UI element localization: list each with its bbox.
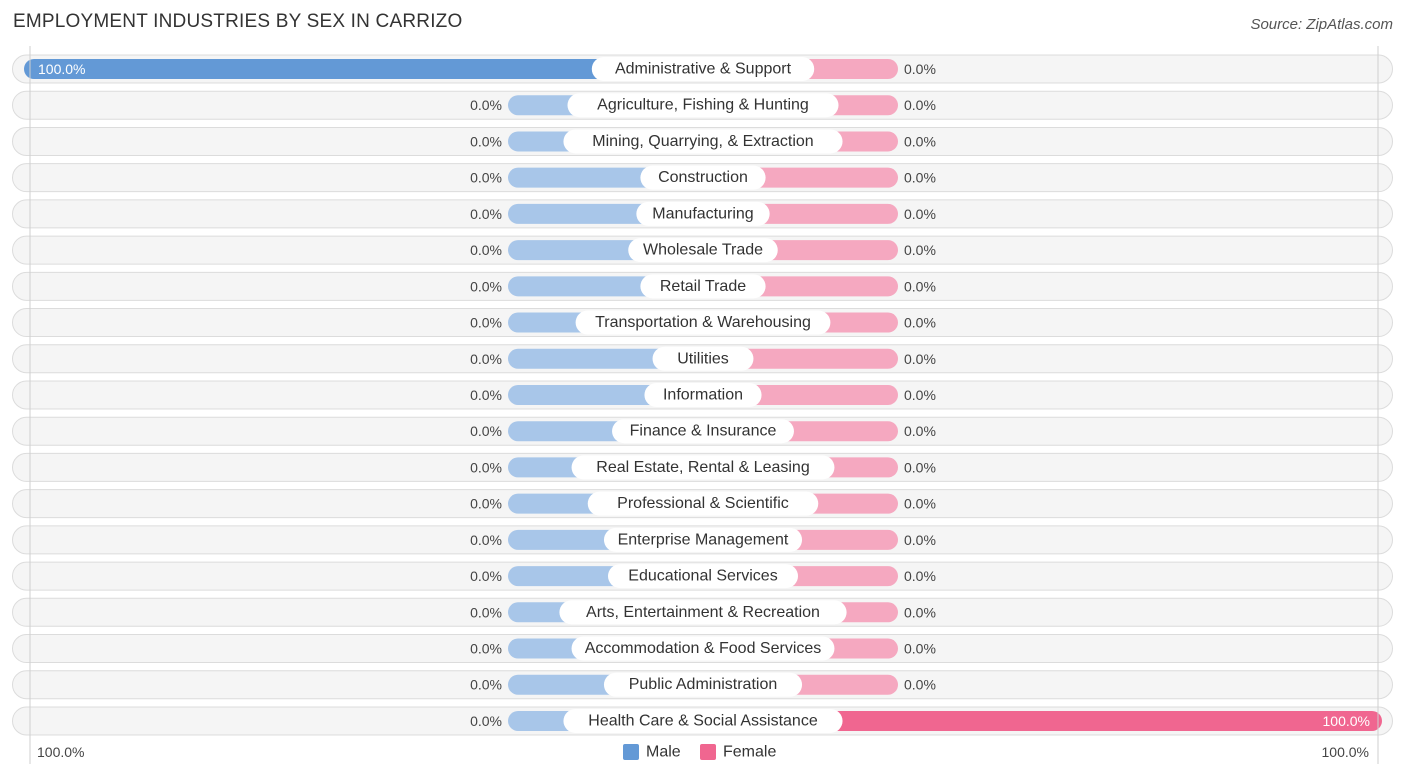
male-value-label: 0.0% [470,387,502,403]
female-value-label: 0.0% [904,206,936,222]
category-label: Finance & Insurance [630,423,777,440]
female-value-label: 0.0% [904,242,936,258]
category-label: Agriculture, Fishing & Hunting [597,97,809,114]
female-value-label: 0.0% [904,677,936,693]
category-label: Wholesale Trade [643,242,763,259]
legend: Male Female [623,744,776,761]
legend-female-label: Female [723,744,776,761]
category-label: Administrative & Support [615,61,792,78]
female-value-label: 0.0% [904,423,936,439]
category-label: Mining, Quarrying, & Extraction [592,133,813,150]
male-value-label: 0.0% [470,97,502,113]
category-label: Professional & Scientific [617,495,789,512]
female-value-label: 0.0% [904,61,936,77]
category-label: Health Care & Social Assistance [588,712,818,729]
category-label: Enterprise Management [618,531,789,548]
category-label: Real Estate, Rental & Leasing [596,459,809,476]
legend-male-swatch [623,744,639,760]
male-value-label: 0.0% [470,532,502,548]
category-label: Information [663,386,743,403]
female-value-label: 0.0% [904,641,936,657]
category-label: Arts, Entertainment & Recreation [586,604,820,621]
male-value-label: 0.0% [470,459,502,475]
male-value-label: 0.0% [470,713,502,729]
female-value-label: 0.0% [904,351,936,367]
female-value-label: 100.0% [1323,713,1370,729]
male-value-label: 0.0% [470,641,502,657]
female-value-label: 0.0% [904,496,936,512]
male-value-label: 0.0% [470,133,502,149]
female-value-label: 0.0% [904,532,936,548]
male-value-label: 0.0% [470,351,502,367]
male-value-label: 0.0% [470,677,502,693]
female-value-label: 0.0% [904,604,936,620]
legend-male-label: Male [646,744,681,761]
female-value-label: 0.0% [904,170,936,186]
male-value-label: 0.0% [470,604,502,620]
male-value-label: 0.0% [470,242,502,258]
category-label: Accommodation & Food Services [585,640,822,657]
female-value-label: 0.0% [904,133,936,149]
category-label: Educational Services [628,568,777,585]
diverging-bar-chart: Administrative & Support 100.0% 0.0% Agricu… [12,46,1393,764]
axis-label-right: 100.0% [1322,744,1369,760]
legend-female-swatch [700,744,716,760]
female-value-label: 0.0% [904,459,936,475]
axis-label-left: 100.0% [37,744,84,760]
male-value-label: 0.0% [470,568,502,584]
female-value-label: 0.0% [904,97,936,113]
category-label: Public Administration [629,676,778,693]
female-value-label: 0.0% [904,278,936,294]
male-value-label: 0.0% [470,423,502,439]
female-value-label: 0.0% [904,568,936,584]
category-label: Manufacturing [652,205,753,222]
category-label: Construction [658,169,748,186]
category-label: Transportation & Warehousing [595,314,811,331]
male-value-label: 0.0% [470,170,502,186]
category-label: Retail Trade [660,278,746,295]
category-label: Utilities [677,350,729,367]
male-value-label: 100.0% [38,61,85,77]
female-value-label: 0.0% [904,387,936,403]
male-value-label: 0.0% [470,315,502,331]
female-value-label: 0.0% [904,315,936,331]
male-value-label: 0.0% [470,278,502,294]
male-value-label: 0.0% [470,496,502,512]
male-value-label: 0.0% [470,206,502,222]
